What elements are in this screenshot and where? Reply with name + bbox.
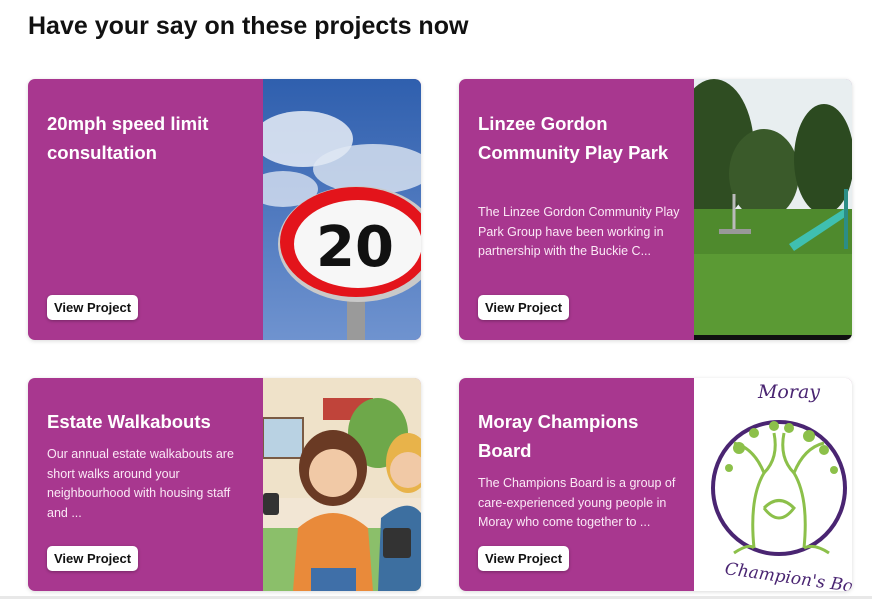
logo-top-text: Moray <box>757 381 820 403</box>
card-title[interactable]: 20mph speed limit consultation <box>47 109 253 167</box>
speed-limit-sign-image: 20 <box>263 79 421 340</box>
card-title[interactable]: Estate Walkabouts <box>47 407 253 436</box>
card-description: The Linzee Gordon Community Play Park Gr… <box>478 205 680 258</box>
view-project-button[interactable]: View Project <box>478 295 570 320</box>
project-card-play-park[interactable]: Linzee Gordon Community Play Park The Li… <box>459 79 852 340</box>
view-project-button[interactable]: View Project <box>47 546 139 571</box>
card-text-panel: Linzee Gordon Community Play Park The Li… <box>459 79 694 340</box>
walkabout-illustration-image <box>263 378 421 591</box>
page-title: Have your say on these projects now <box>28 12 469 40</box>
card-description: The Champions Board is a group of care-e… <box>478 476 676 529</box>
card-text-panel: Estate Walkabouts Our annual estate walk… <box>28 378 263 591</box>
view-project-button[interactable]: View Project <box>478 546 570 571</box>
project-card-speed-limit[interactable]: 20mph speed limit consultation View Proj… <box>28 79 421 340</box>
card-title[interactable]: Linzee Gordon Community Play Park <box>478 109 684 167</box>
card-description: Our annual estate walkabouts are short w… <box>47 447 234 520</box>
view-project-button[interactable]: View Project <box>47 295 139 320</box>
card-text-panel: 20mph speed limit consultation View Proj… <box>28 79 263 340</box>
play-park-image <box>694 79 852 340</box>
project-card-champions-board[interactable]: Moray Champions Board The Champions Boar… <box>459 378 852 591</box>
champions-board-logo-image: Moray Champion's Bo <box>694 378 852 591</box>
sign-number: 20 <box>316 215 394 280</box>
card-text-panel: Moray Champions Board The Champions Boar… <box>459 378 694 591</box>
project-card-estate-walkabouts[interactable]: Estate Walkabouts Our annual estate walk… <box>28 378 421 591</box>
card-title[interactable]: Moray Champions Board <box>478 407 684 465</box>
